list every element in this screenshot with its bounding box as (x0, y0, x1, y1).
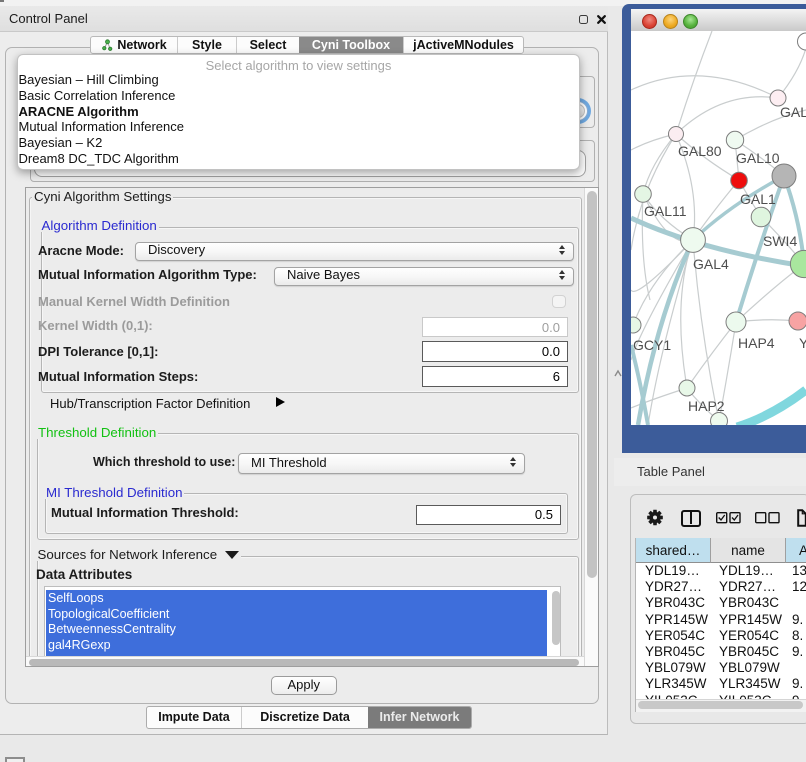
svg-text:GAL7: GAL7 (780, 104, 806, 120)
svg-text:HAP4: HAP4 (738, 335, 775, 351)
svg-text:Y: Y (799, 335, 806, 351)
svg-text:GAL1: GAL1 (740, 191, 776, 207)
svg-text:GCY1: GCY1 (633, 337, 671, 353)
svg-text:GAL80: GAL80 (678, 143, 722, 159)
svg-text:GAL11: GAL11 (644, 203, 687, 219)
svg-text:GAL10: GAL10 (736, 150, 780, 166)
svg-text:GAL4: GAL4 (693, 256, 729, 272)
svg-text:HAP2: HAP2 (688, 398, 725, 414)
svg-text:SWI4: SWI4 (763, 233, 797, 249)
